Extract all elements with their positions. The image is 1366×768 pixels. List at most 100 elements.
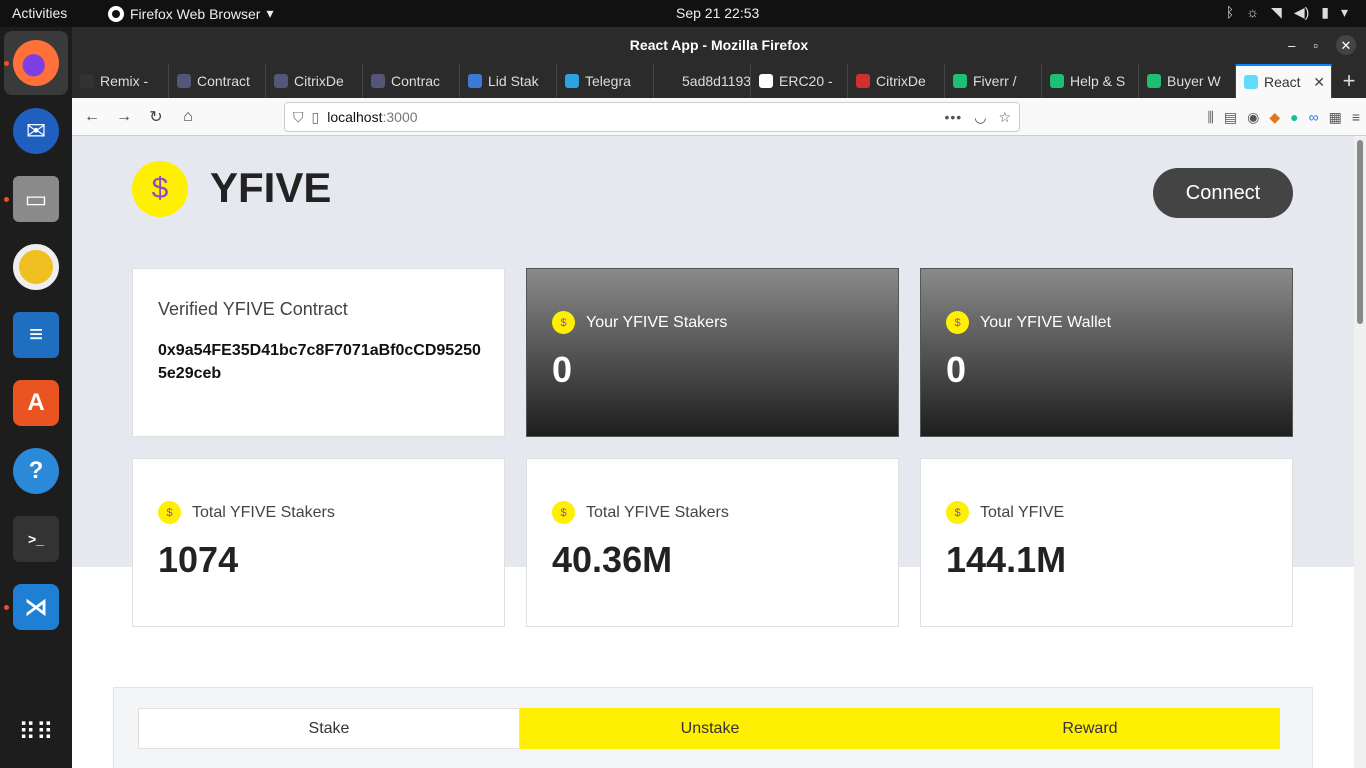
browser-tab[interactable]: CitrixDe <box>266 64 363 98</box>
extension-icon[interactable]: ∞ <box>1309 109 1319 125</box>
new-tab-button[interactable]: + <box>1332 64 1366 98</box>
tab-stake[interactable]: Stake <box>138 708 520 749</box>
tab-label: ERC20 - <box>779 73 833 89</box>
tab-label: Contrac <box>391 73 441 89</box>
tab-label: Telegra <box>585 73 631 89</box>
dock-thunderbird[interactable]: ✉ <box>4 99 68 163</box>
tab-label: Lid Stak <box>488 73 539 89</box>
dock-terminal[interactable]: >_ <box>4 507 68 571</box>
maximize-icon[interactable]: ▫ <box>1313 27 1318 64</box>
tab-reward[interactable]: Reward <box>900 708 1280 749</box>
tab-label: 5ad8d1193 <box>682 73 751 89</box>
browser-tab[interactable]: Lid Stak <box>460 64 557 98</box>
stat-value: 0 <box>946 349 967 390</box>
favicon-icon <box>80 74 94 88</box>
clock[interactable]: Sep 21 22:53 <box>676 5 759 21</box>
dock-writer[interactable]: ≡ <box>4 303 68 367</box>
browser-tab[interactable]: Help & S <box>1042 64 1139 98</box>
stat-value: 40.36M <box>552 539 673 580</box>
tab-unstake[interactable]: Unstake <box>520 708 900 749</box>
coin-icon: $ <box>158 501 181 524</box>
stat-label: Your YFIVE Stakers <box>586 313 728 331</box>
pocket-icon[interactable]: ◡ <box>974 109 986 126</box>
software-icon: A <box>13 380 59 426</box>
brand-title: YFIVE <box>210 164 332 211</box>
minimize-icon[interactable]: – <box>1288 27 1295 64</box>
app-menu[interactable]: Firefox Web Browser ▾ <box>108 5 273 22</box>
sidebar-icon[interactable]: ▤ <box>1224 109 1237 126</box>
browser-tab[interactable]: Telegra <box>557 64 654 98</box>
running-indicator <box>4 61 9 66</box>
dock-software[interactable]: A <box>4 371 68 435</box>
browser-tab[interactable]: Contrac <box>363 64 460 98</box>
dock-vscode[interactable]: ⋊ <box>4 575 68 639</box>
library-icon[interactable]: ⫼ <box>1207 109 1213 126</box>
tab-label: Fiverr / <box>973 73 1017 89</box>
scrollbar[interactable] <box>1354 136 1366 768</box>
browser-tab[interactable]: React ✕ <box>1236 64 1332 98</box>
browser-tab[interactable]: Contract <box>169 64 266 98</box>
browser-tab[interactable]: 5ad8d1193 <box>654 64 751 98</box>
browser-tab[interactable]: Fiverr / <box>945 64 1042 98</box>
logo-icon: $ <box>132 161 188 217</box>
stat-card: $ Total YFIVE Stakers 40.36M <box>526 458 899 627</box>
extensions-icon[interactable]: ▦ <box>1329 109 1342 126</box>
metamask-icon[interactable]: ◆ <box>1269 109 1280 126</box>
close-tab-icon[interactable]: ✕ <box>1313 74 1325 91</box>
tab-label: Remix - <box>100 73 149 89</box>
browser-tab[interactable]: Remix - <box>72 64 169 98</box>
stat-card: $ Total YFIVE Stakers 1074 <box>132 458 505 627</box>
thunderbird-icon: ✉ <box>13 108 59 154</box>
forward-icon[interactable]: → <box>108 101 140 133</box>
stat-value: 0 <box>552 349 573 390</box>
dock-firefox[interactable] <box>4 31 68 95</box>
bookmark-star-icon[interactable]: ☆ <box>998 109 1011 126</box>
page-icon: ▯ <box>311 108 320 125</box>
dock-help[interactable]: ? <box>4 439 68 503</box>
toolbar-extensions: ⫼ ▤ ◉ ◆ ● ∞ ▦ ≡ <box>1207 102 1360 132</box>
system-tray[interactable]: ᛒ ☼ ◥ ◀) ▮ ▾ <box>1226 4 1348 21</box>
browser-tab[interactable]: Buyer W <box>1139 64 1236 98</box>
tab-bar: Remix - Contract CitrixDe Contrac Lid Stak Te… <box>72 64 1366 98</box>
help-icon: ? <box>13 448 59 494</box>
firefox-window: React App - Mozilla Firefox – ▫ ✕ Remix … <box>72 27 1366 768</box>
url-bar[interactable]: ⛉ ▯ localhost:3000 ••• ◡ ☆ <box>284 102 1020 132</box>
stat-label: Total YFIVE Stakers <box>586 503 729 521</box>
dock-rhythmbox[interactable] <box>4 235 68 299</box>
page-actions-icon[interactable]: ••• <box>945 109 963 125</box>
contract-card: Verified YFIVE Contract 0x9a54FE35D41bc7… <box>132 268 505 437</box>
battery-icon: ▮ <box>1321 4 1329 20</box>
tab-label: React <box>1264 74 1301 90</box>
coin-icon: $ <box>946 501 969 524</box>
reload-icon[interactable]: ↻ <box>140 101 172 133</box>
favicon-icon <box>371 74 385 88</box>
contract-title: Verified YFIVE Contract <box>158 299 348 319</box>
connect-button[interactable]: Connect <box>1153 168 1293 218</box>
favicon-icon <box>856 74 870 88</box>
browser-tab[interactable]: ERC20 - <box>751 64 848 98</box>
browser-tab[interactable]: CitrixDe <box>848 64 945 98</box>
menu-icon[interactable]: ≡ <box>1352 109 1360 125</box>
favicon-icon <box>1050 74 1064 88</box>
rhythmbox-icon <box>13 244 59 290</box>
bluetooth-icon: ᛒ <box>1225 4 1235 20</box>
favicon-icon <box>953 74 967 88</box>
grammarly-icon[interactable]: ● <box>1290 109 1298 125</box>
system-top-bar: Activities Firefox Web Browser ▾ Sep 21 … <box>0 0 1366 27</box>
coin-icon: $ <box>946 311 969 334</box>
account-icon[interactable]: ◉ <box>1247 109 1259 126</box>
window-title: React App - Mozilla Firefox <box>629 37 809 53</box>
scrollbar-thumb[interactable] <box>1357 140 1363 324</box>
stat-label: Total YFIVE Stakers <box>192 503 335 521</box>
action-tabs: Stake Unstake Reward <box>138 708 1280 749</box>
show-applications[interactable]: ⠿⠿ <box>4 701 68 765</box>
window-titlebar[interactable]: React App - Mozilla Firefox – ▫ ✕ <box>72 27 1366 64</box>
contract-address[interactable]: 0x9a54FE35D41bc7c8F7071aBf0cCD952505e29c… <box>158 339 488 385</box>
app-menu-label: Firefox Web Browser <box>130 5 261 22</box>
dock-files[interactable]: ▭ <box>4 167 68 231</box>
close-icon[interactable]: ✕ <box>1336 35 1356 55</box>
home-icon[interactable]: ⌂ <box>172 101 204 133</box>
writer-icon: ≡ <box>13 312 59 358</box>
back-icon[interactable]: ← <box>76 101 108 133</box>
activities-button[interactable]: Activities <box>12 5 67 21</box>
